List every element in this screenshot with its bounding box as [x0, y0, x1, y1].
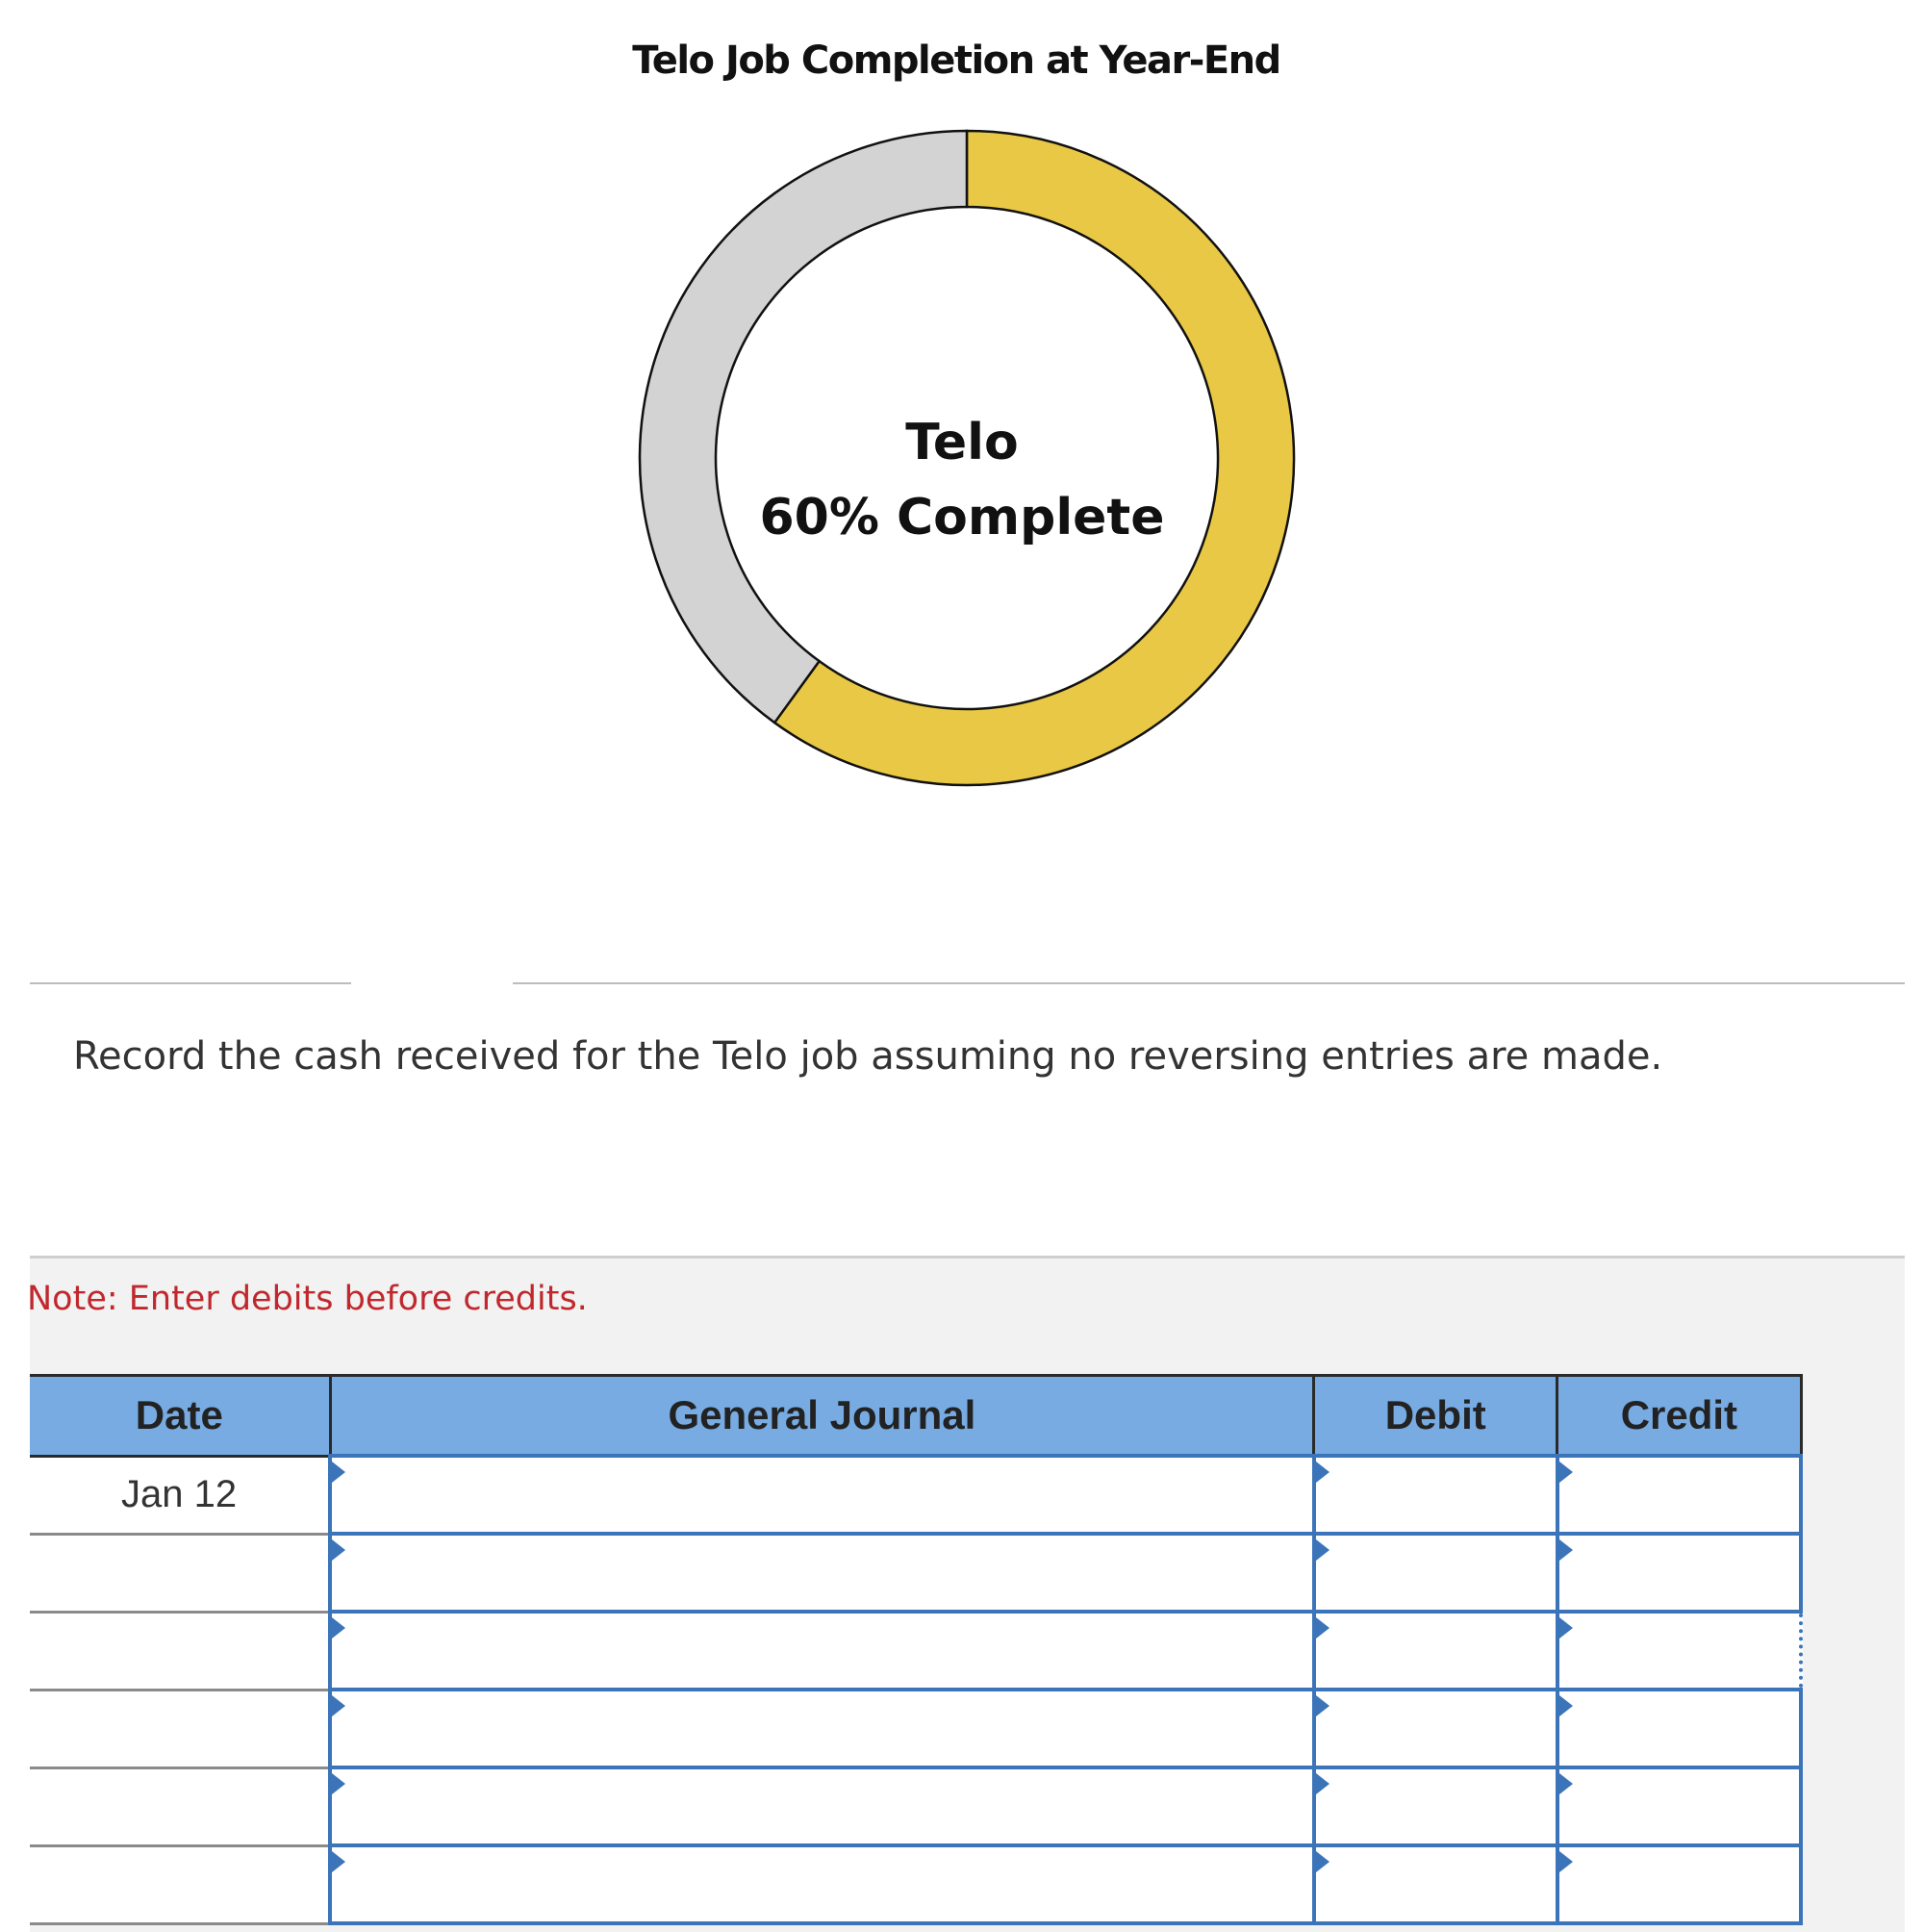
account-input[interactable]: [332, 1769, 1312, 1843]
dropdown-flag-icon: [1558, 1695, 1573, 1716]
account-cell: [328, 1843, 1316, 1925]
table-row: [30, 1766, 1804, 1847]
debit-input[interactable]: [1315, 1847, 1556, 1921]
account-cell: [328, 1610, 1316, 1691]
debit-cell: [1311, 1843, 1559, 1925]
center-label-line-1: Telo: [905, 414, 1018, 471]
header-general-journal: General Journal: [330, 1374, 1316, 1458]
dropdown-flag-icon: [1315, 1851, 1329, 1872]
account-input[interactable]: [332, 1536, 1312, 1610]
dropdown-flag-icon: [1315, 1695, 1329, 1716]
debit-input[interactable]: [1315, 1614, 1556, 1688]
credit-cell: [1555, 1843, 1804, 1925]
header-debit: Debit: [1313, 1374, 1559, 1458]
divider-left: [30, 982, 351, 984]
credit-cell: [1555, 1610, 1804, 1691]
debit-input[interactable]: [1315, 1458, 1556, 1532]
account-input[interactable]: [332, 1614, 1312, 1688]
date-cell: [30, 1767, 331, 1847]
table-header-row: Date General Journal Debit Credit: [30, 1374, 1803, 1458]
dropdown-flag-icon: [1315, 1617, 1329, 1639]
divider-right: [513, 982, 1905, 984]
credit-cell: [1555, 1532, 1804, 1614]
debit-cell: [1311, 1766, 1559, 1847]
dropdown-flag-icon: [332, 1695, 346, 1716]
credit-cell: [1555, 1766, 1804, 1847]
debit-cell: [1311, 1532, 1559, 1614]
question-text: Record the cash received for the Telo jo…: [73, 1034, 1663, 1079]
credit-cell: [1555, 1688, 1804, 1769]
dropdown-flag-icon: [1558, 1462, 1573, 1483]
center-label-line-2: 60% Complete: [759, 489, 1164, 547]
debit-input[interactable]: [1315, 1536, 1556, 1610]
date-cell: [30, 1612, 331, 1691]
dropdown-flag-icon: [332, 1773, 346, 1794]
account-cell: [328, 1532, 1316, 1614]
chart-title: Telo Job Completion at Year-End: [632, 38, 1281, 83]
debit-input[interactable]: [1315, 1769, 1556, 1843]
note-text: Note: Enter debits before credits.: [27, 1280, 588, 1318]
account-cell: [328, 1766, 1316, 1847]
account-input[interactable]: [332, 1691, 1312, 1766]
table-row: [30, 1532, 1804, 1614]
date-cell: [30, 1534, 331, 1614]
table-row: [30, 1843, 1804, 1925]
dropdown-flag-icon: [1558, 1851, 1573, 1872]
dropdown-flag-icon: [332, 1617, 346, 1639]
debit-cell: [1311, 1688, 1559, 1769]
table-row: [30, 1688, 1804, 1769]
date-cell: [30, 1845, 331, 1925]
date-cell: Jan 12: [30, 1456, 331, 1536]
credit-cell: [1555, 1454, 1804, 1536]
dropdown-flag-icon: [1315, 1462, 1329, 1483]
dropdown-flag-icon: [332, 1539, 346, 1561]
general-journal-table: Date General Journal Debit Credit Jan 12: [30, 1374, 1804, 1925]
header-date: Date: [30, 1374, 332, 1458]
dropdown-flag-icon: [1558, 1773, 1573, 1794]
account-cell: [328, 1454, 1316, 1536]
credit-input[interactable]: [1558, 1769, 1799, 1843]
dropdown-flag-icon: [1558, 1539, 1573, 1561]
dropdown-flag-icon: [1315, 1539, 1329, 1561]
credit-input[interactable]: [1558, 1691, 1799, 1766]
table-row: Jan 12: [30, 1454, 1804, 1536]
debit-input[interactable]: [1315, 1691, 1556, 1766]
account-input[interactable]: [332, 1847, 1312, 1921]
debit-cell: [1311, 1454, 1559, 1536]
credit-input[interactable]: [1558, 1536, 1799, 1610]
debit-cell: [1311, 1610, 1559, 1691]
header-credit: Credit: [1557, 1374, 1803, 1458]
table-row: [30, 1610, 1804, 1691]
dropdown-flag-icon: [1558, 1617, 1573, 1639]
donut-chart: Telo 60% Complete: [638, 129, 1296, 787]
dropdown-flag-icon: [332, 1462, 346, 1483]
account-input[interactable]: [332, 1458, 1312, 1532]
credit-input[interactable]: [1558, 1847, 1799, 1921]
date-cell: [30, 1690, 331, 1769]
credit-input[interactable]: [1558, 1458, 1799, 1532]
dropdown-flag-icon: [1315, 1773, 1329, 1794]
credit-input[interactable]: [1558, 1614, 1799, 1688]
account-cell: [328, 1688, 1316, 1769]
dropdown-flag-icon: [332, 1851, 346, 1872]
